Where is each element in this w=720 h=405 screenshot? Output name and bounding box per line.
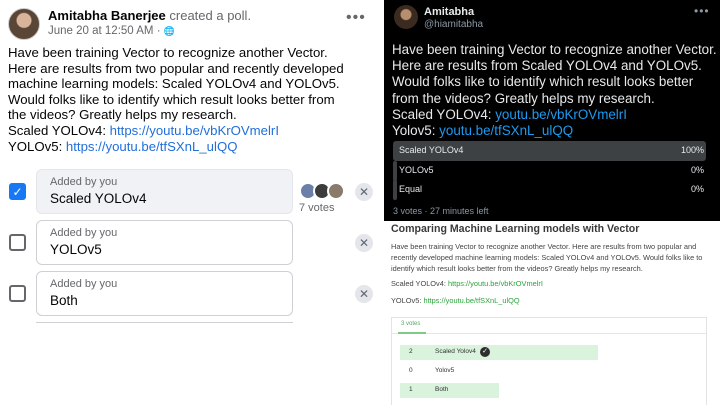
vote-count[interactable]: 7 votes — [299, 202, 334, 214]
link-label-v4: Scaled YOLOv4: — [392, 106, 492, 122]
row-highlight — [400, 345, 598, 360]
poll-bar-fill — [393, 161, 397, 181]
post-paragraph: Have been training Vector to recognize a… — [8, 45, 344, 123]
close-icon: ✕ — [358, 185, 370, 199]
tweet-text: Have been training Vector to recognize a… — [392, 42, 717, 139]
row-count: 1 — [409, 386, 413, 393]
poll-option-both[interactable]: Added by you Both — [36, 271, 293, 316]
link-v5[interactable]: youtu.be/tfSXnL_ulQQ — [439, 123, 573, 138]
tab-votes[interactable]: 3 votes — [401, 321, 420, 327]
facebook-poll-panel: Amitabha Banerjee created a poll. June 2… — [0, 0, 384, 405]
row-label: Scaled Yolov4 — [435, 348, 476, 355]
blog-poll-row-both[interactable]: 1 Both — [400, 383, 598, 398]
link-label-v5: YOLOv5: — [8, 138, 63, 154]
blog-poll-row-yolov5[interactable]: 0 Yolov5 — [400, 364, 598, 379]
blog-poll-row-scaled-yolov4[interactable]: 2 Scaled Yolov4 ✓ — [400, 345, 598, 360]
link-v4[interactable]: https://youtu.be/vbKrOVmelrI — [448, 279, 543, 288]
link-label-v4: Scaled YOLOv4: — [8, 122, 106, 138]
row-count: 2 — [409, 348, 413, 355]
author-line: Amitabha Banerjee created a poll. — [48, 8, 251, 23]
blog-description: Have been training Vector to recognize a… — [391, 242, 703, 274]
poll-bar-fill — [393, 180, 397, 200]
row-label: Both — [435, 386, 449, 393]
link-v4[interactable]: https://youtu.be/vbKrOVmelrI — [110, 123, 279, 138]
next-option-edge — [36, 322, 293, 326]
added-by-label: Added by you — [50, 278, 118, 290]
poll-option-yolov5[interactable]: Added by you YOLOv5 — [36, 220, 293, 265]
option-checkbox-yolov5[interactable] — [9, 234, 26, 251]
link-label-v5: YOLOv5: — [391, 296, 422, 305]
poll-meta: 3 votes · 27 minutes left — [393, 206, 489, 216]
post-date[interactable]: June 20 at 12:50 AM — [48, 25, 154, 37]
meta-separator: · — [156, 25, 164, 37]
more-options-icon[interactable]: ••• — [346, 10, 366, 26]
twitter-poll-panel: Amitabha @hiamitabha ••• Have been train… — [384, 0, 720, 221]
check-circle-icon: ✓ — [480, 347, 490, 357]
author-avatar[interactable] — [8, 8, 40, 40]
tab-active-indicator — [398, 332, 426, 334]
link-v4[interactable]: youtu.be/vbKrOVmelrI — [495, 107, 627, 122]
voter-avatar — [327, 182, 345, 200]
post-text: Have been training Vector to recognize a… — [8, 45, 348, 154]
blog-poll-box: 3 votes 2 Scaled Yolov4 ✓ 0 Yolov5 1 Bot… — [391, 317, 707, 405]
globe-icon: 🌐 — [163, 26, 175, 36]
blog-poll-panel: Comparing Machine Learning models with V… — [384, 221, 720, 405]
voter-avatars[interactable] — [299, 182, 351, 200]
more-options-icon[interactable]: ••• — [694, 4, 710, 18]
check-icon: ✓ — [12, 185, 23, 199]
poll-option-label: YOLOv5 — [399, 165, 434, 175]
tweet-link-line-v4: Scaled YOLOv4: youtu.be/vbKrOVmelrI — [392, 107, 717, 123]
poll-percent: 100% — [680, 145, 704, 155]
tweet-link-line-v5: Yolov5: youtu.be/tfSXnL_ulQQ — [392, 123, 717, 139]
poll-option-label: Equal — [399, 184, 423, 194]
option-checkbox-scaled-yolov4[interactable]: ✓ — [9, 183, 26, 200]
twitter-name[interactable]: Amitabha — [424, 6, 474, 18]
twitter-avatar[interactable] — [394, 5, 418, 29]
row-highlight — [400, 383, 499, 398]
post-link-line-v4: Scaled YOLOv4: https://youtu.be/vbKrOVme… — [8, 123, 348, 139]
post-link-line-v5: YOLOv5: https://youtu.be/tfSXnL_ulQQ — [8, 139, 348, 155]
option-label: YOLOv5 — [50, 242, 102, 257]
remove-option-button[interactable]: ✕ — [355, 183, 373, 201]
close-icon: ✕ — [358, 287, 370, 301]
link-label-v4: Scaled YOLOv4: — [391, 279, 446, 288]
link-v5[interactable]: https://youtu.be/tfSXnL_ulQQ — [66, 139, 238, 154]
added-by-label: Added by you — [50, 176, 118, 188]
close-icon: ✕ — [358, 236, 370, 250]
poll-option-label: Scaled YOLOv4 — [399, 145, 464, 155]
blog-title: Comparing Machine Learning models with V… — [391, 223, 640, 235]
author-action: created a poll. — [169, 8, 252, 23]
tweet-paragraph: Have been training Vector to recognize a… — [392, 42, 717, 106]
blog-link-line-v5: YOLOv5: https://youtu.be/tfSXnL_ulQQ — [391, 296, 520, 305]
added-by-label: Added by you — [50, 227, 118, 239]
poll-percent: 0% — [690, 165, 704, 175]
row-label: Yolov5 — [435, 367, 455, 374]
remove-option-button[interactable]: ✕ — [355, 234, 373, 252]
twitter-handle[interactable]: @hiamitabha — [424, 19, 483, 30]
option-label: Scaled YOLOv4 — [50, 191, 147, 206]
link-label-v5: Yolov5: — [392, 123, 436, 139]
post-meta: June 20 at 12:50 AM · 🌐 — [48, 25, 175, 37]
poll-percent: 0% — [690, 184, 704, 194]
link-v5[interactable]: https://youtu.be/tfSXnL_ulQQ — [423, 296, 519, 305]
tab-divider — [392, 333, 706, 334]
poll-result-equal: Equal 0% — [393, 180, 706, 200]
poll-result-yolov5: YOLOv5 0% — [393, 161, 706, 181]
blog-link-line-v4: Scaled YOLOv4: https://youtu.be/vbKrOVme… — [391, 279, 543, 288]
author-name[interactable]: Amitabha Banerjee — [48, 8, 166, 23]
row-count: 0 — [409, 367, 413, 374]
option-checkbox-both[interactable] — [9, 285, 26, 302]
poll-result-scaled-yolov4: Scaled YOLOv4 100% — [393, 141, 706, 161]
option-label: Both — [50, 293, 78, 308]
remove-option-button[interactable]: ✕ — [355, 285, 373, 303]
poll-option-scaled-yolov4[interactable]: Added by you Scaled YOLOv4 — [36, 169, 293, 214]
